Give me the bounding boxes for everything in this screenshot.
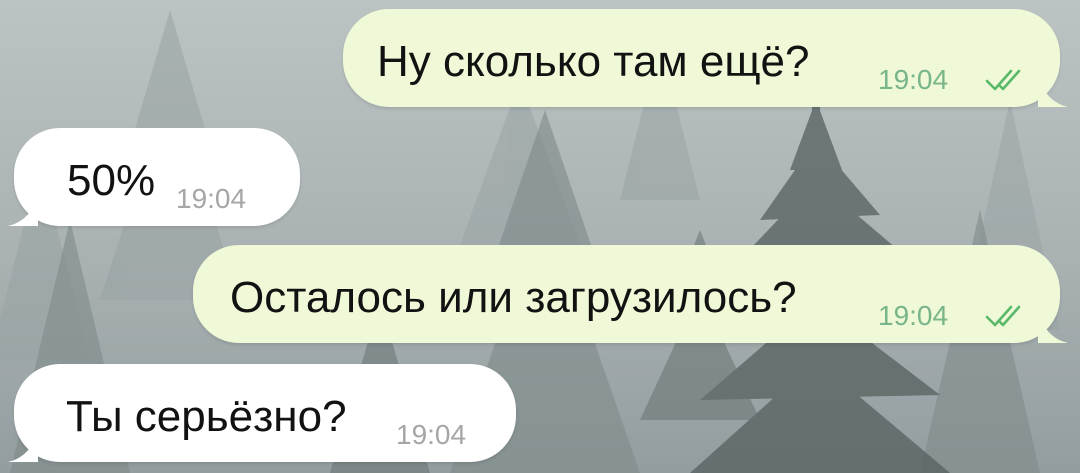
message-time: 19:04 [878, 64, 949, 95]
message-time: 19:04 [878, 300, 949, 331]
message-text: 50% [67, 156, 156, 205]
outgoing-message[interactable]: Ну сколько там ещё? 19:04 [343, 9, 1068, 107]
double-check-icon [985, 305, 1021, 327]
message-list: Ну сколько там ещё? 19:04 50% 19:04 Оста… [0, 0, 1080, 473]
message-text: Ты серьёзно? [66, 392, 347, 441]
bubble-tail [8, 426, 38, 462]
bubble-tail [8, 190, 38, 226]
message-time: 19:04 [176, 183, 247, 214]
message-text: Осталось или загрузилось? [230, 273, 797, 322]
bubble-tail [1038, 71, 1068, 107]
message-text: Ну сколько там ещё? [377, 37, 810, 86]
incoming-message[interactable]: 50% 19:04 [8, 128, 300, 226]
double-check-icon [985, 69, 1021, 91]
bubble-tail [1038, 307, 1068, 343]
message-time: 19:04 [396, 419, 467, 450]
outgoing-message[interactable]: Осталось или загрузилось? 19:04 [193, 245, 1068, 343]
incoming-message[interactable]: Ты серьёзно? 19:04 [8, 364, 516, 462]
